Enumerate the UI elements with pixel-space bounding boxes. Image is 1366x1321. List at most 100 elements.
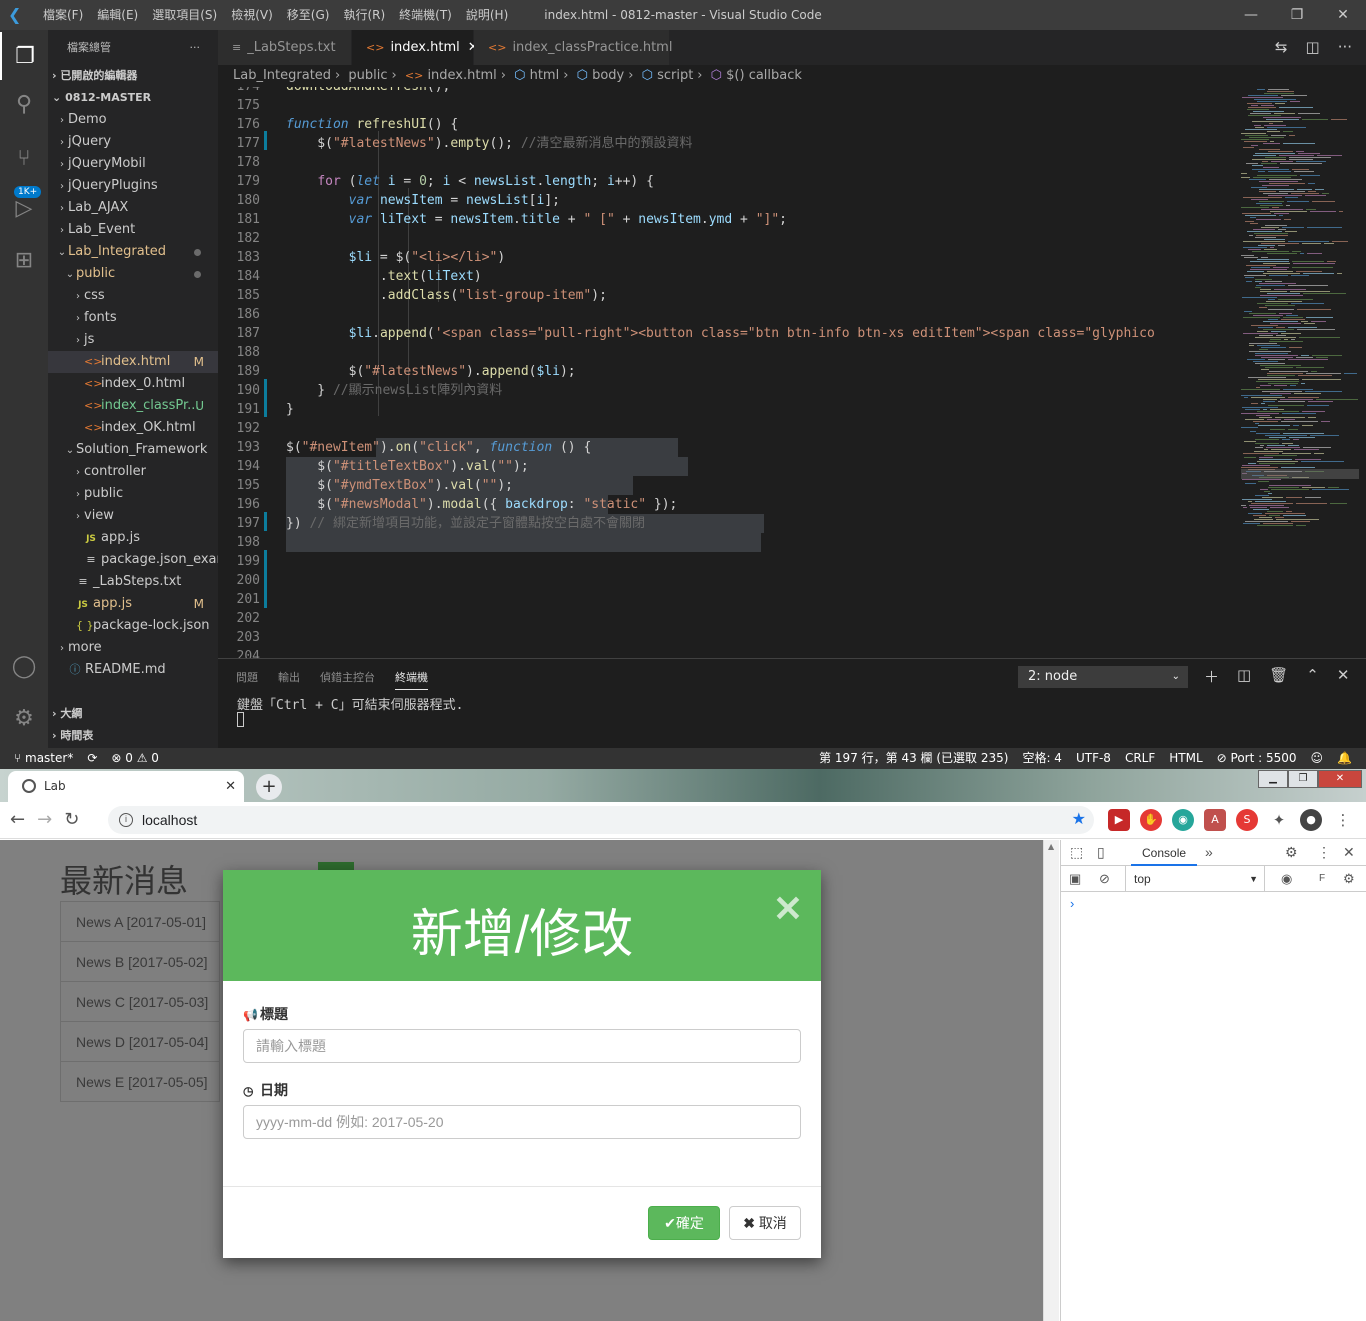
- close-icon[interactable]: ✕: [773, 888, 803, 930]
- tree-folder[interactable]: › view: [48, 505, 218, 527]
- tab-debug-console[interactable]: 偵錯主控台: [320, 669, 375, 690]
- menu-kebab-icon[interactable]: ⋮: [1317, 844, 1331, 861]
- inspect-element-icon[interactable]: ⬚: [1070, 844, 1083, 861]
- tab-labsteps[interactable]: ≡ _LabSteps.txt: [218, 30, 352, 65]
- tree-folder[interactable]: ⌄ Lab_Integrated: [48, 241, 218, 263]
- sync-icon[interactable]: ⟳: [87, 748, 97, 769]
- breadcrumb-body[interactable]: body: [592, 68, 624, 83]
- tree-file[interactable]: ≡ _LabSteps.txt: [48, 571, 218, 593]
- menu-terminal[interactable]: 終端機(T): [392, 0, 459, 30]
- trash-icon[interactable]: 🗑: [1269, 666, 1288, 687]
- outline-section[interactable]: › 大綱: [48, 703, 82, 725]
- open-editors-section[interactable]: › 已開啟的編輯器: [48, 65, 218, 87]
- branch-indicator[interactable]: ⑂ master*: [14, 748, 73, 769]
- new-tab-button[interactable]: +: [256, 774, 282, 800]
- address-bar[interactable]: i localhost ★: [108, 806, 1094, 834]
- tree-folder[interactable]: › public: [48, 483, 218, 505]
- add-terminal-icon[interactable]: ＋: [1204, 666, 1219, 687]
- tab-index-html[interactable]: <>index.html✕: [352, 30, 479, 65]
- cancel-button[interactable]: ✖ 取消: [729, 1206, 801, 1240]
- more-tabs-icon[interactable]: »: [1205, 844, 1213, 860]
- date-input[interactable]: yyyy-mm-dd 例如: 2017-05-20: [243, 1105, 801, 1139]
- more-actions-icon[interactable]: ···: [190, 30, 201, 65]
- notifications-icon[interactable]: 🔔: [1337, 748, 1352, 769]
- encoding[interactable]: UTF-8: [1076, 748, 1111, 769]
- menu-help[interactable]: 說明(H): [459, 0, 515, 30]
- split-terminal-icon[interactable]: ◫: [1237, 666, 1251, 687]
- avatar[interactable]: ●: [1300, 809, 1322, 831]
- console-prompt[interactable]: ›: [1070, 896, 1074, 911]
- tree-file[interactable]: JS app.js: [48, 527, 218, 549]
- list-item[interactable]: News C [2017-05-03]: [60, 981, 220, 1022]
- problems-indicator[interactable]: ⊗ 0 ⚠ 0: [111, 748, 159, 769]
- breadcrumb-folder[interactable]: public: [348, 68, 387, 83]
- timeline-section[interactable]: › 時間表: [48, 725, 93, 747]
- minimize-icon[interactable]: ▁: [1258, 770, 1288, 788]
- code-editor[interactable]: 174 175 176 177 178 179 180 181 182 183 184 185 186 1…: [218, 87, 1233, 658]
- tree-folder[interactable]: › Lab_AJAX: [48, 197, 218, 219]
- tab-terminal[interactable]: 終端機: [395, 669, 428, 690]
- code-content[interactable]: downloadAndRefresh(); function refreshUI(…: [286, 87, 1233, 648]
- info-icon[interactable]: i: [119, 813, 133, 827]
- tree-folder[interactable]: › js: [48, 329, 218, 351]
- open-changes-icon[interactable]: ⇆: [1275, 30, 1288, 65]
- filter-icon[interactable]: F: [1319, 873, 1325, 884]
- menu-go[interactable]: 移至(G): [280, 0, 337, 30]
- tree-file[interactable]: { }package-lock.json: [48, 615, 218, 637]
- title-input[interactable]: 請輸入標題: [243, 1029, 801, 1063]
- tree-folder[interactable]: › jQuery: [48, 131, 218, 153]
- minimap[interactable]: [1233, 87, 1366, 658]
- menu-view[interactable]: 檢視(V): [224, 0, 280, 30]
- settings-gear-icon[interactable]: ⚙: [0, 694, 48, 742]
- tab-console[interactable]: Console: [1131, 840, 1198, 866]
- menu-edit[interactable]: 編輯(E): [90, 0, 145, 30]
- menu-selection[interactable]: 選取項目(S): [145, 0, 224, 30]
- minimap-slider[interactable]: [1241, 469, 1359, 479]
- tab-problems[interactable]: 問題: [236, 669, 258, 690]
- end-of-line[interactable]: CRLF: [1125, 748, 1155, 769]
- restore-icon[interactable]: ❐: [1274, 0, 1320, 30]
- list-item[interactable]: News B [2017-05-02]: [60, 941, 220, 982]
- tree-folder[interactable]: › css: [48, 285, 218, 307]
- settings-gear-icon[interactable]: ⚙: [1343, 871, 1355, 887]
- minimize-icon[interactable]: —: [1228, 0, 1274, 30]
- breadcrumb-callback[interactable]: $() callback: [726, 68, 802, 83]
- explorer-icon[interactable]: ❐: [0, 32, 48, 80]
- indentation[interactable]: 空格: 4: [1022, 748, 1062, 769]
- close-tab-icon[interactable]: ✕: [225, 771, 236, 802]
- search-icon[interactable]: ⚲: [0, 80, 48, 128]
- tree-file[interactable]: <>index_OK.html: [48, 417, 218, 439]
- tree-folder[interactable]: ⌄ public: [48, 263, 218, 285]
- pdf-icon[interactable]: A: [1204, 809, 1226, 831]
- cursor-position[interactable]: 第 197 行，第 43 欄 (已選取 235): [819, 748, 1008, 769]
- eye-icon[interactable]: ◉: [1281, 871, 1292, 887]
- puzzle-icon[interactable]: ✦: [1268, 809, 1290, 831]
- scroll-up-icon[interactable]: ▲: [1048, 842, 1054, 851]
- reload-icon[interactable]: ↻: [64, 802, 79, 838]
- tree-file[interactable]: ≡ package.json_exam...: [48, 549, 218, 571]
- breadcrumb-file[interactable]: index.html: [427, 68, 496, 83]
- account-icon[interactable]: ◯: [0, 642, 48, 690]
- tree-file[interactable]: JS app.js M: [48, 593, 218, 615]
- tree-folder[interactable]: › controller: [48, 461, 218, 483]
- terminal-select[interactable]: 2: node ⌄: [1018, 666, 1188, 688]
- bookmark-star-icon[interactable]: ★: [1072, 806, 1086, 834]
- tree-folder[interactable]: › fonts: [48, 307, 218, 329]
- sidebar-toggle-icon[interactable]: ▣: [1069, 871, 1081, 887]
- tree-folder[interactable]: › Demo: [48, 109, 218, 131]
- tab-output[interactable]: 輸出: [278, 669, 300, 690]
- tree-folder[interactable]: › more: [48, 637, 218, 659]
- language-mode[interactable]: HTML: [1169, 748, 1202, 769]
- page-scrollbar[interactable]: ▲: [1043, 840, 1059, 1321]
- tree-folder[interactable]: › Lab_Event: [48, 219, 218, 241]
- run-debug-icon[interactable]: ▷: [0, 184, 48, 232]
- confirm-button[interactable]: ✔確定: [648, 1206, 720, 1240]
- tree-file[interactable]: <>index_0.html: [48, 373, 218, 395]
- menu-run[interactable]: 執行(R): [336, 0, 392, 30]
- device-toolbar-icon[interactable]: ▯: [1097, 844, 1105, 861]
- adblock-icon[interactable]: ✋: [1140, 809, 1162, 831]
- extension-icon[interactable]: S: [1236, 809, 1258, 831]
- live-server-port[interactable]: ⊘ Port : 5500: [1217, 748, 1297, 769]
- list-item[interactable]: News D [2017-05-04]: [60, 1021, 220, 1062]
- breadcrumb-html[interactable]: html: [530, 68, 560, 83]
